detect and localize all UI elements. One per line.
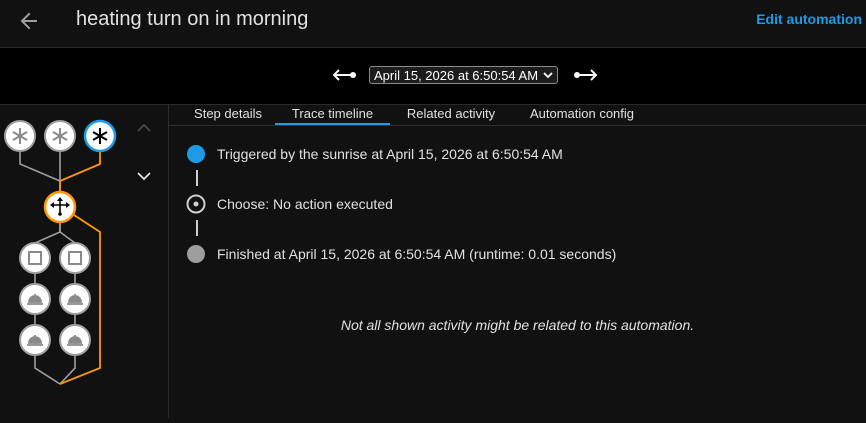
timeline-item-choose: Choose: No action executed [186, 193, 393, 215]
trace-tabs: Step details Trace timeline Related acti… [169, 105, 866, 126]
action-node[interactable] [19, 283, 51, 315]
timeline-connector [196, 170, 198, 186]
timeline-item-trigger: Triggered by the sunrise at April 15, 20… [186, 143, 563, 165]
condition-node[interactable] [59, 242, 91, 274]
action-node[interactable] [59, 283, 91, 315]
trace-run-select[interactable]: April 15, 2026 at 6:50:54 AM [369, 66, 558, 84]
arrow-left-icon [20, 12, 37, 30]
chevron-down-icon[interactable] [137, 172, 151, 181]
tab-step-details[interactable]: Step details [181, 105, 275, 125]
trigger-node-selected[interactable] [83, 119, 117, 153]
condition-node[interactable] [19, 242, 51, 274]
tab-trace-timeline[interactable]: Trace timeline [275, 105, 390, 125]
trace-graph-panel [0, 105, 169, 418]
app-header: heating turn on in morning Edit automati… [0, 0, 866, 48]
back-button[interactable] [14, 6, 44, 36]
action-node[interactable] [19, 324, 51, 356]
tab-automation-config[interactable]: Automation config [519, 105, 645, 125]
timeline-item-text: Choose: No action executed [217, 196, 393, 212]
tab-related-activity[interactable]: Related activity [394, 105, 508, 125]
trace-graph [4, 119, 151, 385]
timeline-item-finished: Finished at April 15, 2026 at 6:50:54 AM… [186, 243, 616, 265]
timeline-item-text: Triggered by the sunrise at April 15, 20… [217, 146, 563, 162]
timeline-item-text: Finished at April 15, 2026 at 6:50:54 AM… [217, 246, 617, 262]
trace-navigation-bar: April 15, 2026 at 6:50:54 AM [0, 48, 866, 105]
related-activity-note: Not all shown activity might be related … [340, 317, 695, 333]
action-node[interactable] [59, 324, 91, 356]
edit-automation-button[interactable]: Edit automation [756, 11, 862, 27]
filled-circle-icon [187, 245, 205, 263]
chevron-down-icon [543, 72, 553, 79]
trace-run-selected-value: April 15, 2026 at 6:50:54 AM [374, 67, 539, 83]
ring-dot-icon [186, 194, 206, 214]
trigger-node[interactable] [44, 120, 76, 152]
chevron-up-icon[interactable] [137, 123, 151, 132]
arrow-left-end-icon[interactable] [333, 68, 357, 82]
page-title: heating turn on in morning [76, 8, 309, 30]
timeline-connector [196, 220, 198, 236]
trigger-node[interactable] [4, 120, 36, 152]
arrow-right-end-icon[interactable] [573, 68, 597, 82]
filled-circle-icon [187, 145, 205, 163]
choose-node[interactable] [43, 190, 77, 224]
